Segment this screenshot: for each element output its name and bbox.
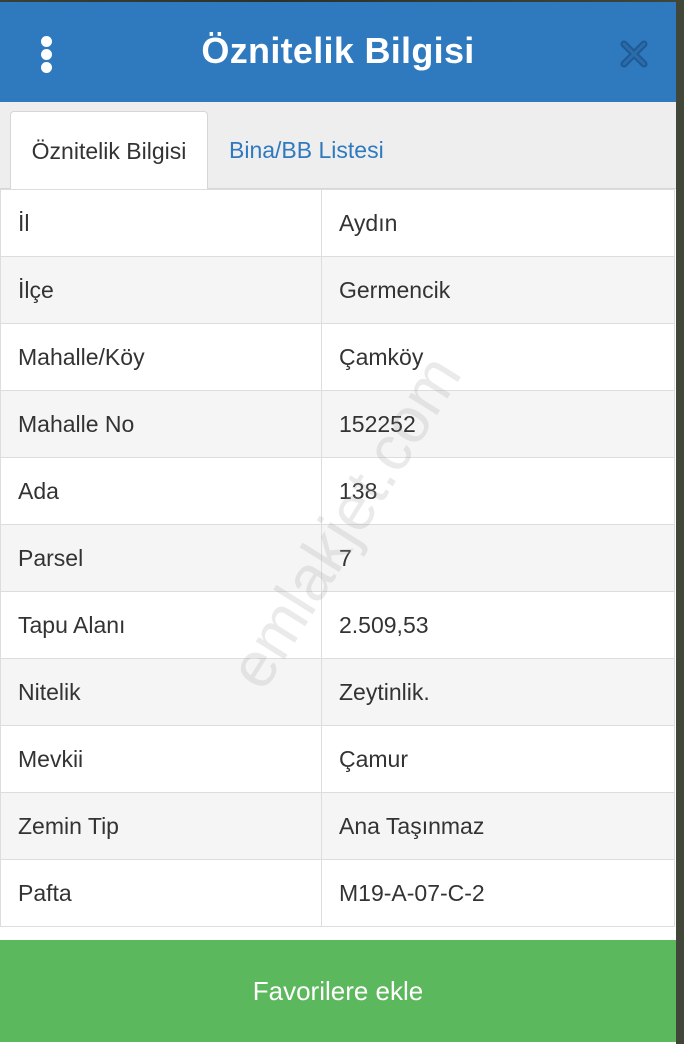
dialog-title: Öznitelik Bilgisi [201, 30, 475, 71]
table-row: Nitelik Zeytinlik. [0, 658, 675, 726]
table-row: Parsel 7 [0, 524, 675, 592]
attribute-key: Pafta [0, 859, 322, 927]
table-row: Mahalle No 152252 [0, 390, 675, 458]
table-row: Zemin Tip Ana Taşınmaz [0, 792, 675, 860]
attribute-value: 7 [321, 524, 675, 592]
attribute-key: İlçe [0, 256, 322, 324]
close-icon[interactable] [618, 38, 650, 70]
table-row: Mevkii Çamur [0, 725, 675, 793]
attribute-value: M19-A-07-C-2 [321, 859, 675, 927]
attribute-key: Zemin Tip [0, 792, 322, 860]
attribute-key: Nitelik [0, 658, 322, 726]
attribute-key: Ada [0, 457, 322, 525]
attribute-info-dialog: Öznitelik Bilgisi Öznitelik Bilgisi Bina… [0, 2, 676, 1044]
attribute-key: İl [0, 189, 322, 257]
attribute-key: Mevkii [0, 725, 322, 793]
attribute-value: Zeytinlik. [321, 658, 675, 726]
tab-attribute-info[interactable]: Öznitelik Bilgisi [10, 111, 208, 190]
table-row: Pafta M19-A-07-C-2 [0, 859, 675, 927]
tab-building-list[interactable]: Bina/BB Listesi [229, 111, 384, 189]
table-row: İl Aydın [0, 189, 675, 257]
attribute-key: Parsel [0, 524, 322, 592]
attribute-value: Ana Taşınmaz [321, 792, 675, 860]
attribute-value: 152252 [321, 390, 675, 458]
tab-bar: Öznitelik Bilgisi Bina/BB Listesi [0, 102, 676, 190]
attribute-value: Çamur [321, 725, 675, 793]
table-row: Ada 138 [0, 457, 675, 525]
attribute-key: Mahalle No [0, 390, 322, 458]
table-row: Mahalle/Köy Çamköy [0, 323, 675, 391]
attribute-value: Germencik [321, 256, 675, 324]
attribute-value: 138 [321, 457, 675, 525]
attribute-key: Tapu Alanı [0, 591, 322, 659]
table-row: Tapu Alanı 2.509,53 [0, 591, 675, 659]
screen-background: Öznitelik Bilgisi Öznitelik Bilgisi Bina… [0, 0, 684, 1044]
dialog-header: Öznitelik Bilgisi [0, 2, 676, 102]
attribute-value: 2.509,53 [321, 591, 675, 659]
attribute-value: Aydın [321, 189, 675, 257]
add-to-favorites-button[interactable]: Favorilere ekle [0, 940, 676, 1042]
attribute-table: İl Aydın İlçe Germencik Mahalle/Köy Çamk… [0, 189, 675, 927]
attribute-key: Mahalle/Köy [0, 323, 322, 391]
table-row: İlçe Germencik [0, 256, 675, 324]
attribute-value: Çamköy [321, 323, 675, 391]
